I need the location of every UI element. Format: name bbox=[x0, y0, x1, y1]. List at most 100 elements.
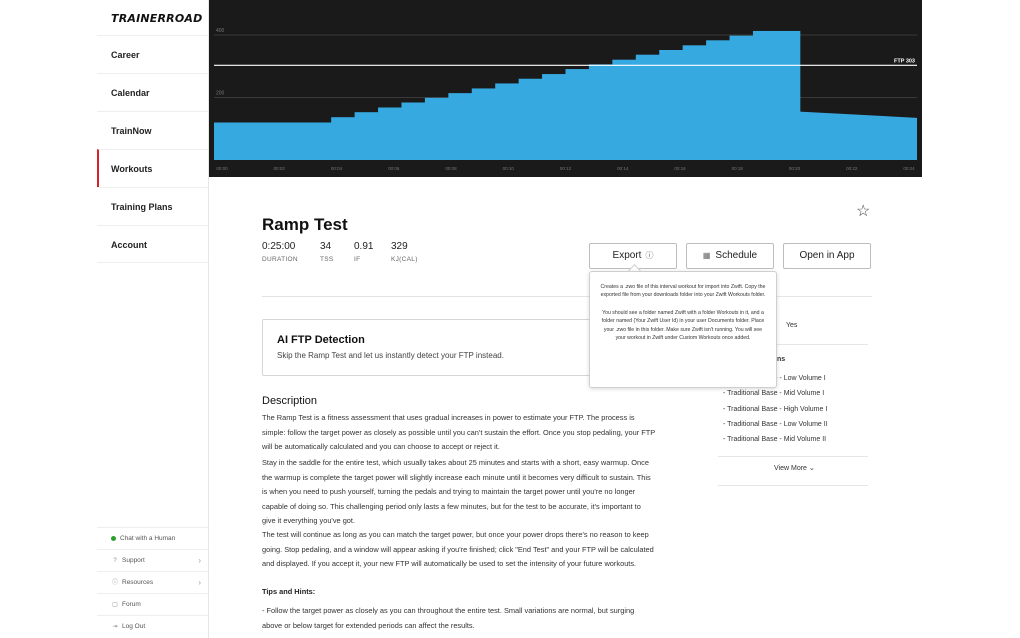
cooldown-segment bbox=[799, 111, 917, 160]
x-tick-label: 00:18 bbox=[732, 166, 744, 171]
tooltip-paragraph-2: You should see a folder named Zwift with… bbox=[601, 309, 765, 342]
x-tick-label: 00:24 bbox=[903, 166, 915, 171]
logout-link[interactable]: ⇥ Log Out bbox=[97, 615, 209, 637]
side-divider bbox=[718, 485, 868, 486]
power-segment bbox=[378, 107, 402, 160]
x-tick-label: 00:12 bbox=[560, 166, 572, 171]
power-segment bbox=[495, 83, 520, 160]
plan-link-3[interactable]: - Traditional Base - High Volume I bbox=[723, 406, 827, 413]
sidebar-item-trainnow[interactable]: TrainNow bbox=[97, 111, 209, 149]
power-segment bbox=[448, 93, 473, 160]
power-segment bbox=[401, 102, 426, 160]
side-yes-value: Yes bbox=[786, 322, 798, 329]
tips-heading: Tips and Hints: bbox=[262, 587, 316, 596]
open-in-app-button[interactable]: Open in App bbox=[783, 243, 871, 269]
power-segment bbox=[284, 122, 332, 160]
description-heading: Description bbox=[262, 395, 318, 407]
power-segment bbox=[331, 117, 356, 160]
chevron-right-icon: › bbox=[198, 556, 201, 565]
x-tick-label: 00:22 bbox=[846, 166, 858, 171]
x-tick-label: 00:00 bbox=[216, 166, 228, 171]
side-divider bbox=[718, 456, 868, 457]
resources-label: Resources bbox=[122, 579, 154, 586]
x-tick-label: 00:10 bbox=[503, 166, 515, 171]
power-segment bbox=[471, 88, 496, 160]
favorite-star-icon[interactable]: ☆ bbox=[856, 201, 870, 221]
forum-link[interactable]: ▢ Forum bbox=[97, 593, 209, 615]
power-segment bbox=[542, 74, 566, 160]
chevron-right-icon: › bbox=[198, 578, 201, 587]
plan-link-5[interactable]: - Traditional Base - Mid Volume II bbox=[723, 436, 826, 443]
stat-kj-value: 329 bbox=[391, 241, 408, 252]
stat-tss-value: 34 bbox=[320, 241, 332, 252]
power-segment bbox=[565, 69, 590, 160]
description-paragraph-2: Stay in the saddle for the entire test, … bbox=[262, 458, 651, 526]
tips-item-1: - Follow the target power as closely as … bbox=[262, 606, 635, 630]
sidebar-item-training-plans[interactable]: Training Plans bbox=[97, 187, 209, 225]
side-plans-heading-tail: ns bbox=[777, 356, 786, 363]
workout-title: Ramp Test bbox=[262, 215, 348, 234]
workout-power-chart: 400 200 FTP 303 00:00 00:02 00:04 00:06 00:08 00… bbox=[209, 0, 922, 177]
logout-icon: ⇥ bbox=[112, 624, 118, 630]
sidebar-item-calendar[interactable]: Calendar bbox=[97, 73, 209, 111]
stat-kj-label: KJ(CAL) bbox=[391, 256, 418, 263]
plan-link-4[interactable]: - Traditional Base - Low Volume II bbox=[723, 421, 828, 428]
schedule-button[interactable]: ▦ Schedule bbox=[686, 243, 774, 269]
forum-label: Forum bbox=[122, 601, 141, 608]
power-segment bbox=[588, 64, 613, 160]
support-menu[interactable]: ? Support › bbox=[97, 549, 209, 571]
chevron-down-icon: ⌄ bbox=[808, 465, 815, 472]
stat-duration-label: DURATION bbox=[262, 256, 298, 263]
schedule-label: Schedule bbox=[715, 250, 758, 261]
power-segment bbox=[612, 59, 637, 160]
workout-chart-svg: 400 200 FTP 303 00:00 00:02 00:04 00:06 00:08 00… bbox=[214, 28, 917, 171]
power-segment bbox=[682, 45, 707, 160]
calendar-icon: ▦ bbox=[702, 251, 711, 260]
power-segment bbox=[214, 122, 285, 160]
sidebar: TRAINERROAD Career Calendar TrainNow Wor… bbox=[97, 0, 209, 638]
ai-ftp-detection-card[interactable]: AI FTP Detection Skip the Ramp Test and … bbox=[262, 319, 592, 376]
x-tick-label: 00:08 bbox=[445, 166, 457, 171]
stat-if-label: IF bbox=[354, 256, 361, 263]
sidebar-item-workouts[interactable]: Workouts bbox=[97, 149, 209, 187]
plan-link-2[interactable]: - Traditional Base - Mid Volume I bbox=[723, 390, 824, 397]
y-tick-label: 200 bbox=[216, 91, 225, 97]
forum-icon: ▢ bbox=[112, 602, 118, 608]
chat-with-human-link[interactable]: Chat with a Human bbox=[97, 527, 209, 549]
stat-if-value: 0.91 bbox=[354, 241, 374, 252]
x-tick-label: 00:02 bbox=[274, 166, 286, 171]
power-segment bbox=[729, 35, 754, 160]
x-tick-label: 00:20 bbox=[789, 166, 801, 171]
ftp-label: FTP 303 bbox=[894, 58, 915, 64]
online-status-icon bbox=[111, 535, 116, 541]
sidebar-item-career[interactable]: Career bbox=[97, 35, 209, 73]
support-label: Support bbox=[122, 557, 145, 564]
description-paragraph-1: The Ramp Test is a fitness assessment th… bbox=[262, 413, 656, 452]
x-tick-label: 00:06 bbox=[388, 166, 400, 171]
power-segment bbox=[354, 112, 379, 160]
sidebar-item-account[interactable]: Account bbox=[97, 225, 209, 263]
stat-tss-label: TSS bbox=[320, 256, 334, 263]
view-more-button[interactable]: View More ⌄ bbox=[774, 464, 815, 472]
y-tick-label: 400 bbox=[216, 28, 225, 34]
logout-label: Log Out bbox=[122, 623, 146, 630]
power-segment bbox=[659, 50, 684, 160]
trainerroad-logo[interactable]: TRAINERROAD bbox=[111, 12, 202, 25]
tooltip-paragraph-1: Creates a .zwo file of this interval wor… bbox=[600, 284, 766, 299]
x-tick-label: 00:14 bbox=[617, 166, 629, 171]
export-label: Export bbox=[612, 250, 642, 261]
resources-menu[interactable]: ⓘ Resources › bbox=[97, 571, 209, 593]
power-segment bbox=[635, 54, 660, 160]
help-circle-icon: ⓘ bbox=[645, 251, 654, 260]
x-tick-label: 00:04 bbox=[331, 166, 343, 171]
power-segment bbox=[518, 78, 543, 160]
view-more-label: View More bbox=[774, 465, 807, 472]
power-segment bbox=[752, 30, 801, 160]
ai-ftp-subtitle: Skip the Ramp Test and let us instantly … bbox=[277, 351, 504, 360]
description-paragraph-3: The test will continue as long as you ca… bbox=[262, 530, 654, 569]
chat-label: Chat with a Human bbox=[120, 535, 176, 542]
export-tooltip: Creates a .zwo file of this interval wor… bbox=[589, 271, 777, 388]
stat-duration-value: 0:25:00 bbox=[262, 241, 296, 252]
info-circle-icon: ⓘ bbox=[111, 580, 118, 586]
power-segment bbox=[706, 40, 731, 160]
